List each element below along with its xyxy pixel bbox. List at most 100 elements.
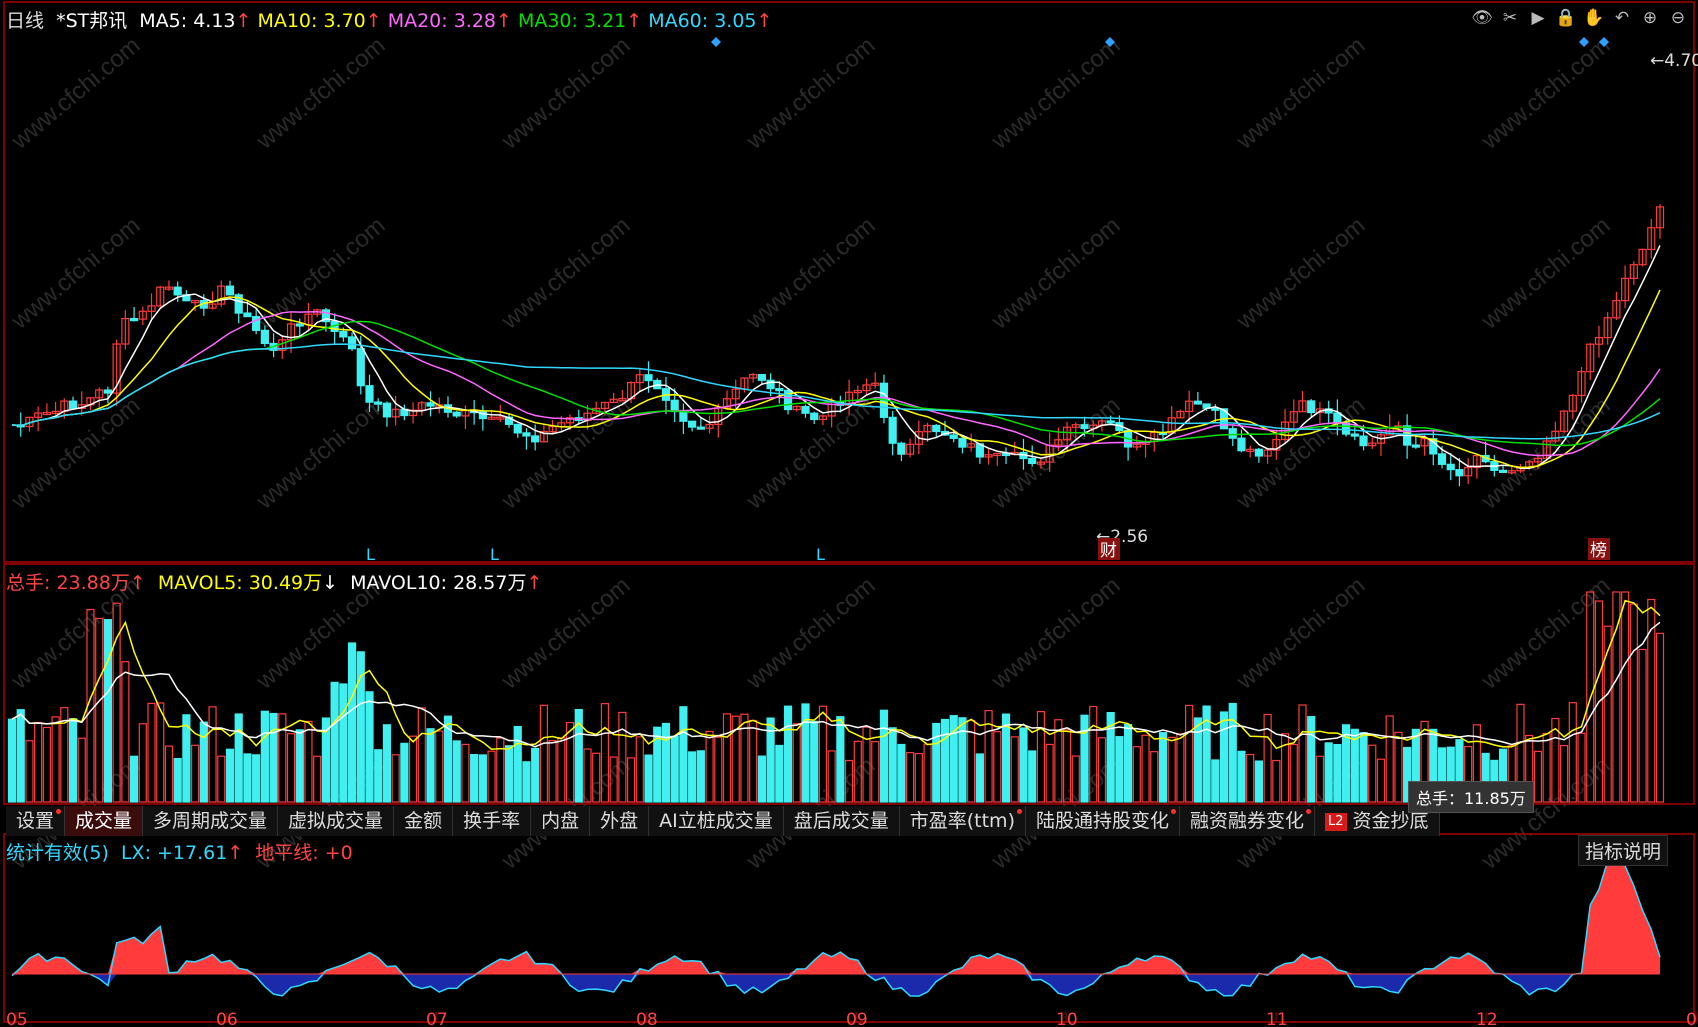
watermark-text: www.cfchi.com (1476, 32, 1616, 155)
watermark-text: www.cfchi.com (741, 32, 881, 155)
watermark-text: www.cfchi.com (741, 212, 881, 335)
volume-bar (714, 736, 723, 803)
candle-body (810, 412, 819, 421)
volume-bar (330, 681, 339, 803)
zoom-in-icon[interactable]: ⊕ (1638, 6, 1662, 30)
tab-item[interactable]: 换手率 (453, 806, 532, 836)
watermark-text: www.cfchi.com (496, 392, 636, 515)
indicator-help-button[interactable]: 指标说明 (1577, 835, 1668, 866)
diamond-marker (711, 37, 721, 47)
tab-item[interactable]: 虚拟成交量 (278, 806, 395, 836)
tab-item[interactable]: 融资融券变化 (1180, 806, 1316, 836)
candle-body (295, 323, 304, 327)
volume-bar (129, 755, 139, 803)
volume-bar (1629, 603, 1638, 803)
candle-body (757, 374, 766, 381)
candle-body (382, 402, 392, 418)
volume-bar (1272, 759, 1281, 803)
volume-bar (1621, 591, 1630, 803)
chart-toolbar: 👁 ✂ ▶ 🔒 ✋ ↶ ⊕ ⊖ (1470, 6, 1690, 30)
candle-body (949, 434, 958, 439)
eye-icon[interactable]: 👁 (1470, 6, 1494, 30)
l-marker: L (366, 545, 375, 564)
candle-body (1080, 424, 1089, 429)
volume-bar (1263, 713, 1272, 803)
candle-body (374, 401, 383, 405)
watermark-text: www.cfchi.com (1476, 392, 1616, 515)
tab-item[interactable]: 市盈率(ttm) (900, 806, 1026, 836)
tab-item[interactable]: AI立桩成交量 (649, 806, 784, 836)
candle-body (958, 437, 967, 448)
volume-bar (1176, 733, 1185, 803)
lock-icon[interactable]: 🔒 (1554, 6, 1578, 30)
volume-bar (940, 718, 950, 803)
tab-item[interactable]: 金额 (394, 806, 454, 836)
volume-bar (914, 752, 923, 803)
chart-stage[interactable]: www.cfchi.com www.cfchi.com www.cfchi.com w… (0, 0, 1698, 1027)
candle-body (1455, 469, 1464, 477)
candle-body (339, 330, 348, 338)
mavol5-label: MAVOL5: 30.49万↓ (157, 572, 339, 594)
candle-body (1411, 444, 1420, 448)
candle-body (260, 329, 269, 345)
undo-icon[interactable]: ↶ (1610, 6, 1634, 30)
volume-bar (400, 742, 409, 803)
watermark-text: www.cfchi.com (1231, 392, 1371, 515)
candle-body (1446, 463, 1455, 471)
volume-bar (644, 754, 653, 803)
volume-bar (775, 744, 784, 803)
volume-bar (1655, 632, 1665, 803)
volume-bar (513, 725, 522, 803)
volume-bar (1638, 648, 1647, 803)
volume-bar (225, 748, 235, 803)
volume-bar (487, 750, 496, 803)
volume-bar (1324, 742, 1333, 803)
month-label: 12 (1476, 1010, 1498, 1027)
tab-item[interactable]: 内盘 (531, 806, 591, 836)
volume-bar (409, 735, 418, 803)
tab-item[interactable]: 陆股通持股变化 (1026, 806, 1180, 836)
candle-body (103, 389, 113, 394)
volume-bar (722, 713, 732, 803)
candle-body (347, 336, 357, 350)
watermark-text: www.cfchi.com (251, 212, 391, 335)
candle-body (1437, 453, 1447, 465)
volume-bar (1219, 711, 1229, 803)
candle-body (1028, 457, 1037, 465)
candle-body (932, 424, 941, 433)
volume-bar (217, 755, 226, 803)
play-icon[interactable]: ▶ (1526, 6, 1550, 30)
volume-bar (1254, 760, 1263, 803)
ma-legend-item: MA60: 3.05↑ (648, 10, 773, 32)
volume-bar (688, 751, 697, 803)
volume-bar (1115, 736, 1124, 803)
tab-item[interactable]: 成交量 (65, 806, 144, 836)
candle-body (1237, 437, 1246, 452)
tab-item[interactable]: 多周期成交量 (143, 806, 279, 836)
volume-bar (1376, 758, 1386, 803)
volume-bar (51, 716, 60, 803)
ma-legend: MA5: 4.13↑ MA10: 3.70↑ MA20: 3.28↑ MA30: 3.… (139, 10, 778, 32)
candle-body (513, 423, 522, 434)
volume-bar (199, 721, 208, 803)
scissors-icon[interactable]: ✂ (1498, 6, 1522, 30)
volume-bar (286, 733, 296, 803)
badge-text: 财 (1100, 541, 1117, 561)
volume-bar (68, 718, 78, 803)
tab-item[interactable]: 设置 (6, 806, 66, 836)
main-header: 日线 *ST邦讯 MA5: 4.13↑ MA10: 3.70↑ MA20: 3.28… (6, 6, 784, 33)
zoom-out-icon[interactable]: ⊖ (1666, 6, 1690, 30)
volume-bar (888, 727, 897, 803)
hand-icon[interactable]: ✋ (1582, 6, 1606, 30)
volume-bar (34, 721, 43, 803)
ma-legend-item: MA5: 4.13↑ (139, 10, 252, 32)
candle-body (243, 312, 252, 318)
volume-bar (504, 745, 514, 803)
tab-item[interactable]: 外盘 (590, 806, 650, 836)
tab-item[interactable]: 盘后成交量 (784, 806, 900, 836)
candle-body (356, 348, 365, 387)
volume-bar (42, 726, 51, 803)
volume-bar (879, 709, 889, 803)
watermark-text: www.cfchi.com (741, 392, 881, 515)
volume-bar (313, 755, 322, 803)
